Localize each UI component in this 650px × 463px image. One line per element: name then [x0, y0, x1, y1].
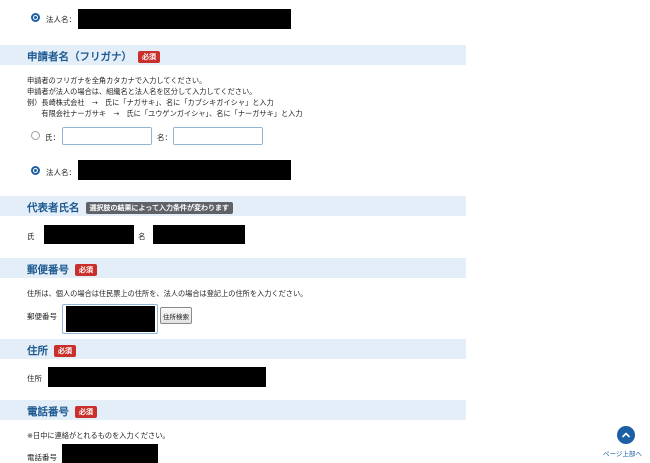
given-kana-input[interactable]	[173, 127, 263, 145]
rep-given-label: 名	[138, 232, 146, 241]
section-title: 申請者名（フリガナ） 必須	[27, 49, 160, 64]
kana-note-2: 申請者が法人の場合は、組織名と法人名を区分して入力してください。	[27, 87, 257, 96]
phone-label: 電話番号	[27, 453, 57, 462]
required-badge: 必須	[138, 51, 160, 63]
postal-label: 郵便番号	[27, 312, 57, 321]
corp-name-input-top[interactable]	[78, 9, 291, 29]
kana-note-4: 有限会社ナーガサキ → 氏に「ユウゲンガイシャ」、名に「ナーガサキ」と入力	[27, 109, 303, 118]
page-top-button[interactable]	[617, 426, 635, 444]
section-title: 代表者氏名 選択肢の結果によって入力条件が変わります	[27, 200, 233, 215]
person-radio[interactable]	[31, 131, 40, 140]
required-badge: 必須	[75, 264, 97, 276]
address-section-header: 住所 必須	[0, 339, 466, 359]
postal-note: 住所は、個人の場合は住民票上の住所を、法人の場合は登記上の住所を入力ください。	[27, 289, 308, 298]
kana-note-3: 例）長崎株式会社 → 氏に「ナガサキ」、名に「カブシキガイシャ」と入力	[27, 98, 274, 107]
corp-radio-top[interactable]	[31, 13, 40, 22]
family-kana-input[interactable]	[62, 127, 152, 145]
condition-badge: 選択肢の結果によって入力条件が変わります	[85, 202, 233, 214]
kana-note-1: 申請者のフリガナを全角カタカナで入力してください。	[27, 76, 207, 85]
kana-section-header: 申請者名（フリガナ） 必須	[0, 45, 466, 65]
rep-family-label: 氏	[27, 232, 35, 241]
rep-given-input[interactable]	[153, 225, 245, 244]
section-title: 郵便番号 必須	[27, 262, 97, 277]
family-kana-label: 氏：	[45, 133, 60, 142]
rep-section-header: 代表者氏名 選択肢の結果によって入力条件が変わります	[0, 196, 466, 216]
rep-family-input[interactable]	[44, 225, 134, 244]
required-badge: 必須	[54, 345, 76, 357]
corp-kana-label: 法人名：	[46, 168, 76, 177]
section-title: 電話番号 必須	[27, 404, 97, 419]
address-search-button[interactable]: 住所検索	[160, 307, 192, 324]
page-top-label[interactable]: ページ上部へ	[603, 448, 642, 458]
phone-section-header: 電話番号 必須	[0, 400, 466, 420]
given-kana-label: 名：	[157, 133, 172, 142]
address-input[interactable]	[48, 367, 266, 387]
postal-input[interactable]	[62, 304, 158, 334]
address-label: 住所	[27, 374, 42, 383]
phone-note: ※日中に連絡がとれるものを入力ください。	[27, 431, 170, 440]
postal-section-header: 郵便番号 必須	[0, 258, 466, 278]
required-badge: 必須	[75, 406, 97, 418]
corp-name-label-top: 法人名：	[46, 15, 76, 24]
corp-kana-input[interactable]	[78, 160, 291, 180]
corp-radio[interactable]	[31, 166, 40, 175]
section-title: 住所 必須	[27, 343, 76, 358]
chevron-up-icon	[622, 432, 630, 438]
phone-input[interactable]	[62, 444, 158, 463]
